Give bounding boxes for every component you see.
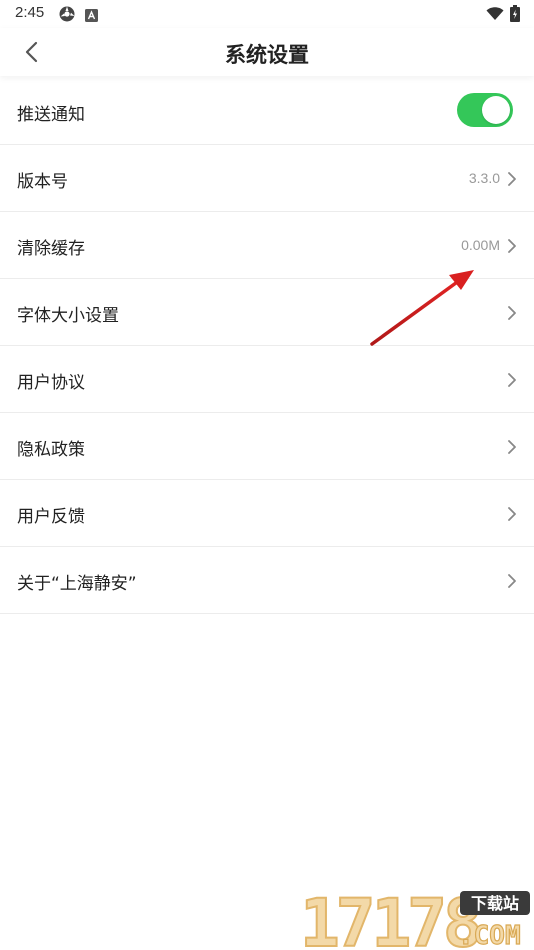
settings-row-about[interactable]: 关于“上海静安” (0, 547, 534, 614)
settings-row-privacy-policy[interactable]: 隐私政策 (0, 413, 534, 480)
watermark-number: 17178 (300, 888, 479, 950)
toggle-knob (482, 96, 510, 124)
app-header: 系统设置 (0, 28, 534, 76)
status-indicators (486, 5, 520, 26)
chevron-right-icon (508, 239, 516, 253)
row-label: 用户协议 (17, 373, 85, 393)
row-label: 字体大小设置 (17, 306, 119, 326)
row-label: 隐私政策 (17, 440, 85, 460)
wifi-icon (486, 6, 504, 25)
row-label: 用户反馈 (17, 507, 85, 527)
chevron-right-icon (508, 574, 516, 588)
chevron-right-icon (508, 306, 516, 320)
settings-row-push-notification: 推送通知 (0, 78, 534, 145)
version-value: 3.3.0 (468, 170, 500, 186)
row-label: 清除缓存 (17, 239, 85, 259)
row-label: 推送通知 (17, 105, 85, 125)
settings-row-clear-cache[interactable]: 清除缓存 0.00M (0, 212, 534, 279)
chevron-right-icon (508, 440, 516, 454)
push-notification-toggle[interactable] (457, 93, 513, 127)
status-time: 2:45 (15, 4, 45, 21)
settings-list: 推送通知 版本号 3.3.0 清除缓存 0.00M 字体大小设置 用户协议 隐私… (0, 78, 534, 614)
watermark-site-label: 下载站 (471, 894, 519, 913)
cache-size-value: 0.00M (461, 237, 500, 253)
app-badge-icon (85, 7, 98, 26)
status-bar: 2:45 (0, 0, 534, 28)
settings-row-feedback[interactable]: 用户反馈 (0, 480, 534, 547)
chevron-right-icon (508, 172, 516, 186)
battery-icon (510, 5, 520, 26)
chevron-right-icon (508, 507, 516, 521)
app-notification-icon (58, 5, 76, 27)
settings-screen: 2:45 系统设置 推送通知 版本号 3.3.0 清除缓存 0.00M 字体大小… (0, 0, 534, 950)
row-label: 关于“上海静安” (17, 574, 137, 594)
chevron-right-icon (508, 373, 516, 387)
row-label: 版本号 (17, 172, 68, 192)
settings-row-font-size[interactable]: 字体大小设置 (0, 279, 534, 346)
page-title: 系统设置 (225, 43, 309, 67)
settings-row-version[interactable]: 版本号 3.3.0 (0, 145, 534, 212)
settings-row-user-agreement[interactable]: 用户协议 (0, 346, 534, 413)
site-watermark-logo: 17178 下载站 .COM (300, 888, 530, 950)
watermark-com-label: .COM (458, 921, 521, 950)
